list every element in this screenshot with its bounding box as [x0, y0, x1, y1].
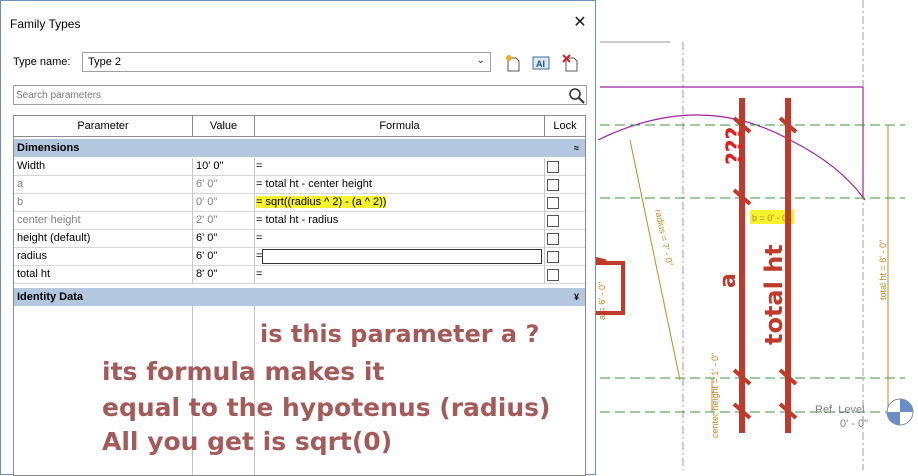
param-name: total ht — [17, 268, 51, 280]
lock-checkbox[interactable] — [547, 251, 559, 263]
param-formula[interactable]: = — [256, 160, 262, 172]
annotation-label-total: total ht — [760, 244, 788, 345]
type-name-label: Type name: — [13, 56, 71, 68]
param-formula[interactable]: = total ht - center height — [256, 178, 372, 190]
collapse-icon[interactable]: ¥ — [574, 288, 579, 306]
search-input[interactable] — [16, 87, 564, 103]
header-lock[interactable]: Lock — [545, 116, 585, 137]
formula-edit-field[interactable] — [262, 249, 542, 264]
header-value[interactable]: Value — [193, 116, 255, 137]
lock-checkbox[interactable] — [547, 269, 559, 281]
level-head-icon — [886, 398, 914, 426]
lock-checkbox[interactable] — [547, 215, 559, 227]
group-identity-data[interactable]: Identity Data ¥ — [14, 288, 585, 306]
annotation-question: is this parameter a ? — [260, 320, 540, 348]
dialog-title: Family Types — [10, 17, 81, 31]
param-formula[interactable]: = — [256, 268, 262, 280]
center-dim-text: center height = 1' - 0" — [710, 353, 720, 438]
lock-checkbox[interactable] — [547, 197, 559, 209]
chevron-down-icon: ⌄ — [476, 55, 485, 66]
close-button[interactable]: ✕ — [569, 12, 591, 34]
group-dimensions[interactable]: Dimensions ≈ — [14, 139, 585, 157]
type-name-select[interactable]: Type 2 ⌄ — [82, 52, 491, 72]
table-row[interactable]: a 6' 0" = total ht - center height — [14, 176, 585, 194]
new-type-icon[interactable] — [503, 53, 523, 73]
header-formula[interactable]: Formula — [255, 116, 545, 137]
param-name: a — [17, 178, 24, 190]
table-row[interactable]: radius 6' 0" = — [14, 248, 585, 266]
title-bar: Family Types ✕ — [1, 1, 595, 41]
lock-checkbox[interactable] — [547, 179, 559, 191]
param-name: height (default) — [17, 232, 91, 244]
search-icon[interactable] — [568, 87, 586, 105]
b-dim-text: b = 0' - 0" — [752, 213, 790, 223]
param-value[interactable]: 10' 0" — [196, 160, 223, 172]
radius-dim-text: radius = 7' - 0" — [653, 208, 675, 267]
group-name: Dimensions — [17, 142, 80, 154]
annotation-line-1: its formula makes it — [102, 357, 385, 386]
param-name: Width — [17, 160, 46, 172]
svg-text:AI: AI — [536, 59, 545, 69]
table-row[interactable]: height (default) 6' 0" = — [14, 230, 585, 248]
table-row[interactable]: center height 2' 0" = total ht - radius — [14, 212, 585, 230]
param-value[interactable]: 6' 0" — [196, 232, 217, 244]
group-name: Identity Data — [17, 291, 84, 303]
param-value: 2' 0" — [196, 214, 218, 226]
header-parameter[interactable]: Parameter — [14, 116, 193, 137]
search-box — [13, 85, 587, 105]
table-row[interactable]: Width 10' 0" = — [14, 158, 585, 176]
lock-checkbox[interactable] — [547, 161, 559, 173]
param-name: b — [17, 196, 24, 208]
param-formula[interactable]: = total ht - radius — [256, 214, 338, 226]
rename-type-icon[interactable]: AI — [531, 53, 551, 73]
param-value[interactable]: 8' 0" — [196, 268, 217, 280]
param-formula[interactable]: = — [256, 232, 262, 244]
ref-level-label: Ref. Level — [815, 404, 865, 416]
table-row[interactable]: b 0' 0" = sqrt((radius ^ 2) - (a ^ 2)) — [14, 194, 585, 212]
param-value[interactable]: 6' 0" — [196, 250, 217, 262]
param-name: radius — [17, 250, 47, 262]
ref-level-value: 0' - 0" — [840, 418, 868, 430]
annotation-line-3: All you get is sqrt(0) — [102, 427, 393, 456]
annotation-line-2: equal to the hypotenus (radius) — [102, 393, 551, 422]
type-name-value: Type 2 — [88, 56, 122, 68]
delete-type-icon[interactable] — [561, 53, 581, 73]
param-value: 6' 0" — [196, 178, 218, 190]
total-dim-text: total ht = 8' - 0" — [878, 240, 888, 300]
param-value: 0' 0" — [196, 196, 218, 208]
annotation-label-a: a — [716, 273, 741, 288]
table-row[interactable]: total ht 8' 0" = — [14, 266, 585, 284]
param-name: center height — [17, 214, 81, 226]
param-formula[interactable]: = sqrt((radius ^ 2) - (a ^ 2)) — [256, 196, 387, 208]
collapse-icon[interactable]: ≈ — [574, 139, 579, 157]
annotation-question-marks: ??? — [723, 127, 748, 165]
lock-checkbox[interactable] — [547, 233, 559, 245]
